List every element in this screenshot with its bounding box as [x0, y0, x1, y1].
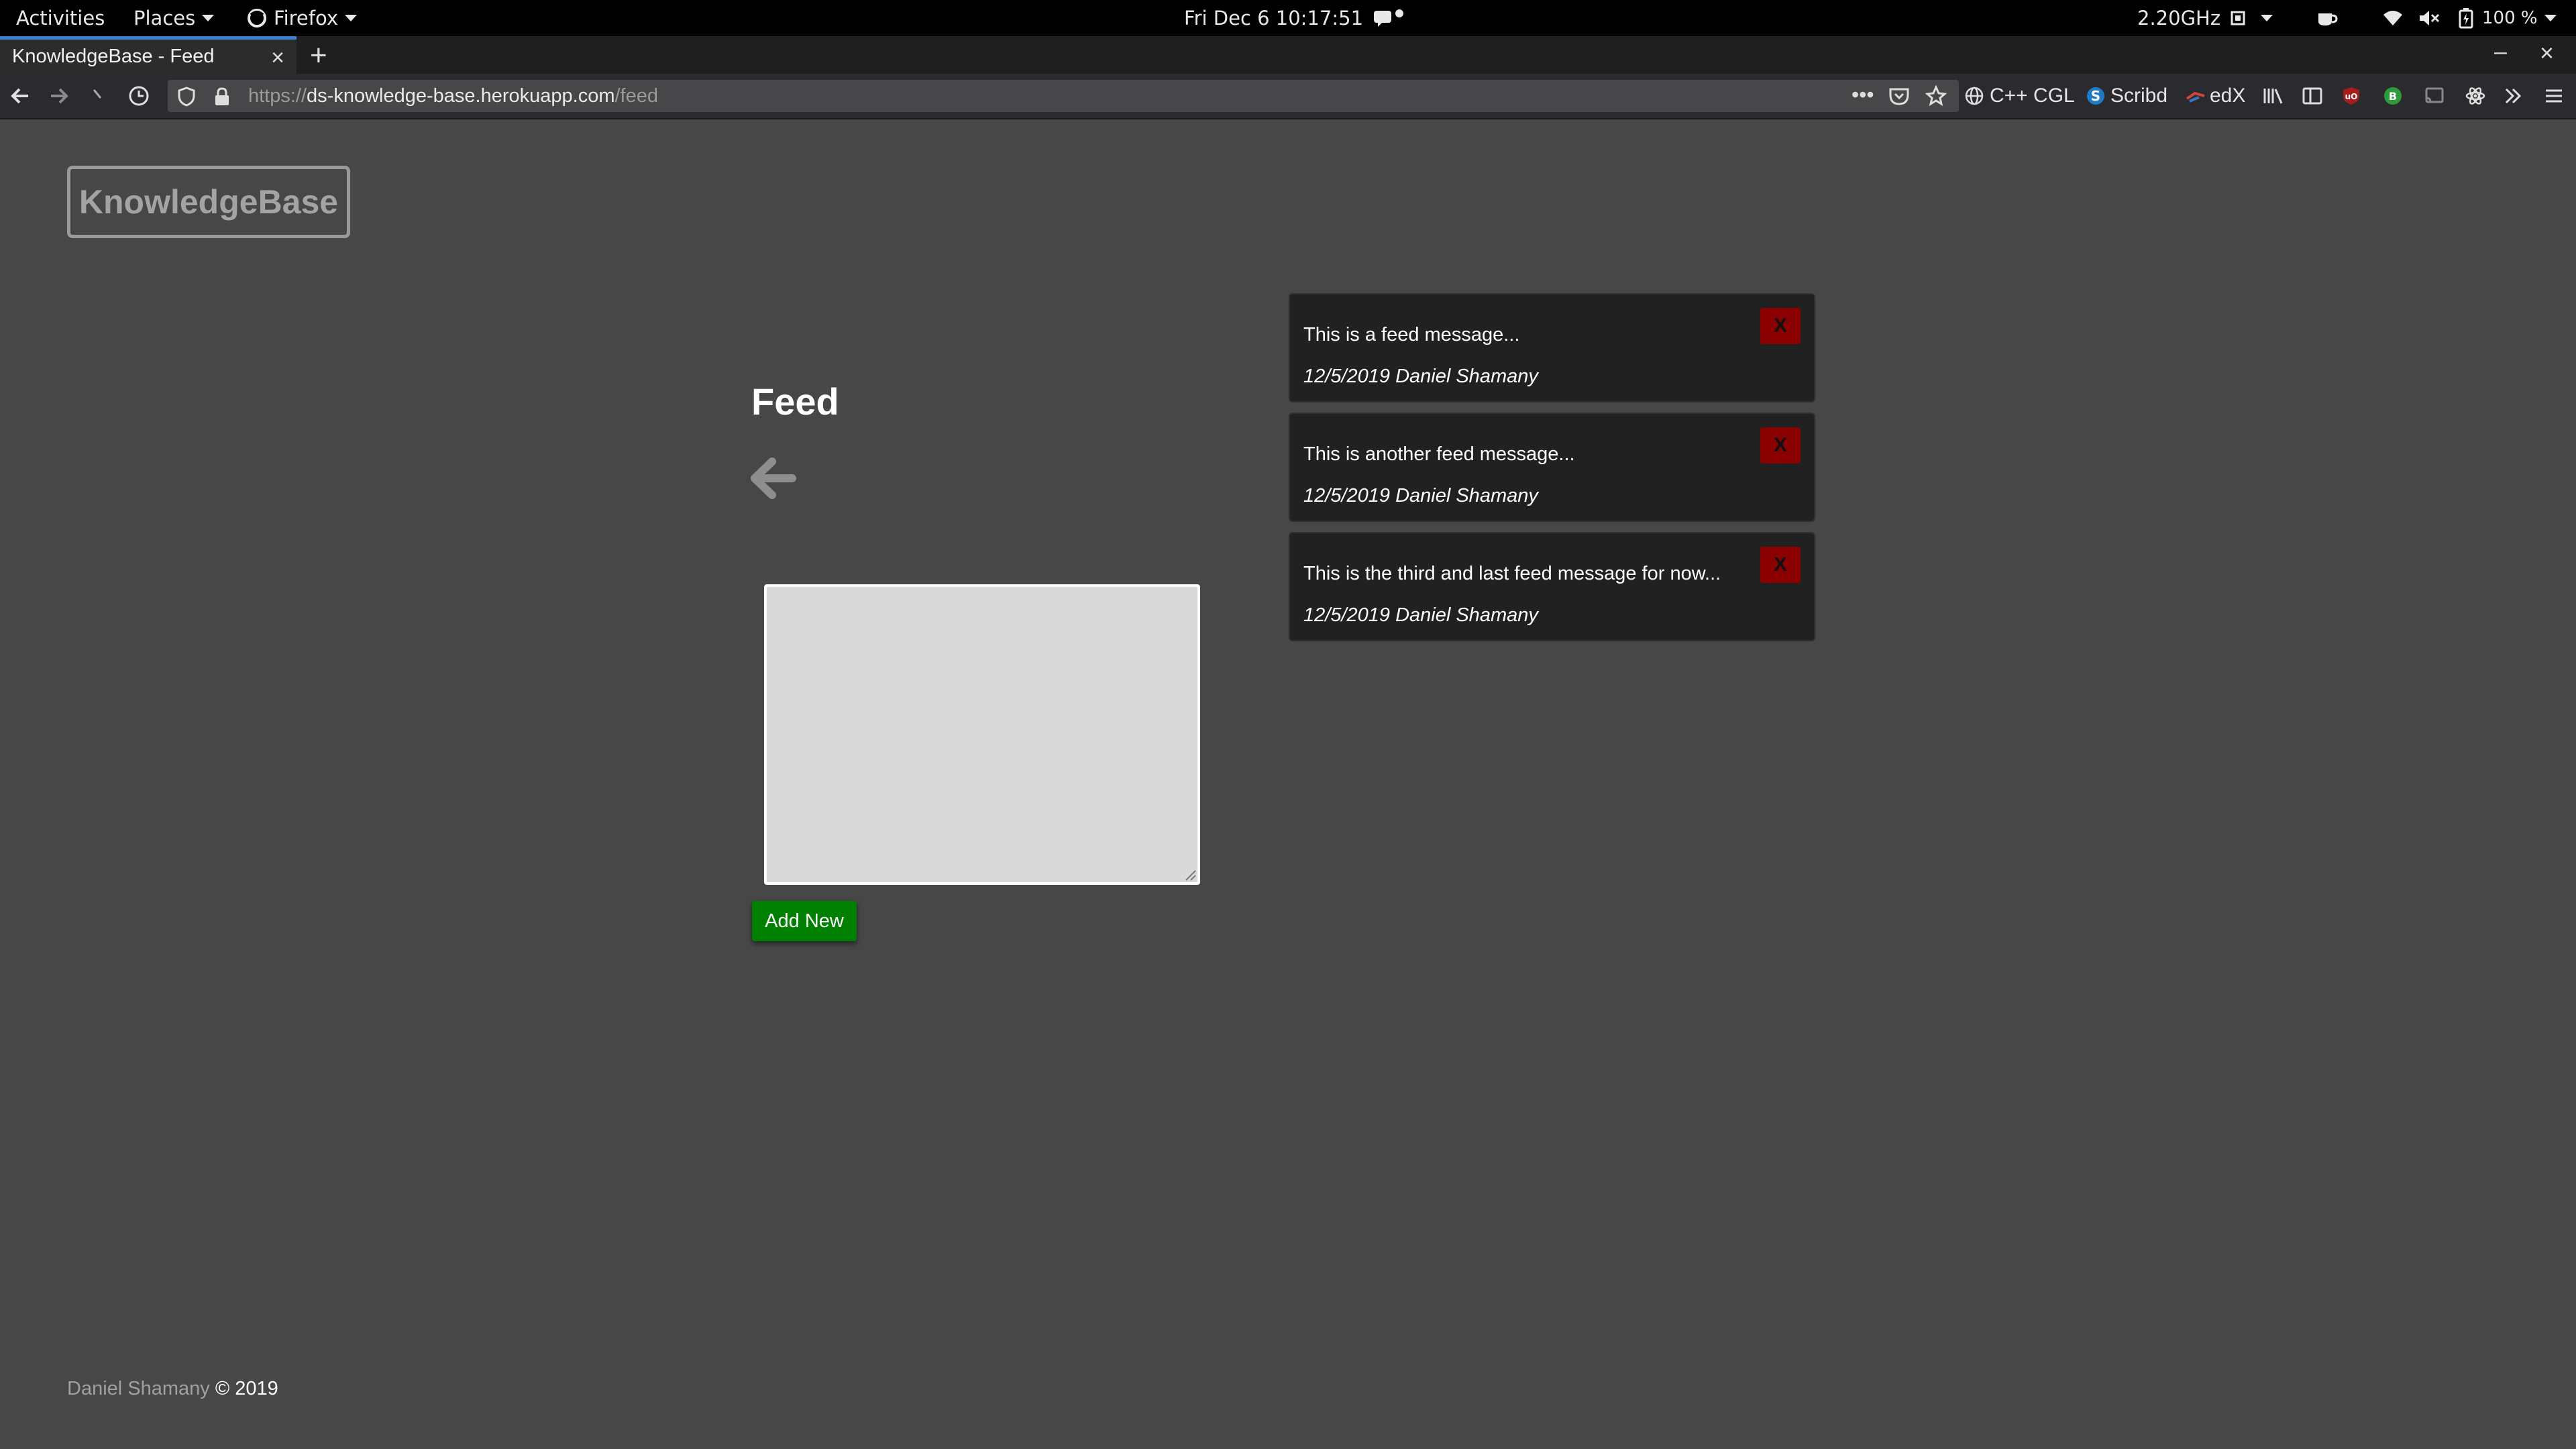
page-title: Feed: [751, 380, 839, 423]
notification-icon: [1374, 9, 1404, 27]
feed-item: This is a feed message... 12/5/2019 Dani…: [1289, 293, 1815, 402]
close-window-button[interactable]: ×: [2540, 39, 2554, 67]
globe-icon: [1965, 87, 1984, 105]
svg-text:S: S: [2091, 88, 2100, 104]
react-devtools-icon[interactable]: [2465, 74, 2486, 118]
activities-button[interactable]: Activities: [16, 0, 105, 36]
lock-icon: [215, 87, 229, 105]
delete-feed-button[interactable]: X: [1760, 427, 1801, 464]
new-message-textarea[interactable]: [764, 584, 1200, 885]
tab-title: KnowledgeBase - Feed: [12, 46, 215, 67]
url-bar[interactable]: https://ds-knowledge-base.herokuapp.com /…: [168, 80, 1959, 112]
battery-icon: [2459, 8, 2473, 29]
feed-item: This is another feed message... 12/5/201…: [1289, 413, 1815, 522]
volume-muted-icon[interactable]: [2418, 0, 2440, 36]
reload-button[interactable]: [90, 74, 110, 118]
bookmark-edx[interactable]: edX: [2186, 74, 2245, 118]
feed-meta: 12/5/2019 Daniel Shamany: [1303, 366, 1538, 387]
resize-grip-icon[interactable]: [1181, 865, 1197, 881]
activities-label: Activities: [16, 7, 105, 30]
feed-message: This is a feed message...: [1303, 324, 1520, 345]
url-scheme: https://: [248, 85, 307, 107]
hamburger-menu-icon[interactable]: [2544, 74, 2564, 118]
forward-arrow-icon: [51, 88, 68, 104]
feed-meta: 12/5/2019 Daniel Shamany: [1303, 604, 1538, 626]
chevron-down-icon: [202, 15, 215, 21]
loading-icon: [93, 89, 102, 99]
footer: Daniel Shamany © 2019: [67, 1378, 278, 1400]
feed-item: This is the third and last feed message …: [1289, 532, 1815, 641]
chevron-down-icon: [2261, 15, 2273, 21]
clock-label: Fri Dec 6 10:17:51: [1184, 7, 1364, 30]
battery-label: 100 %: [2482, 8, 2538, 28]
system-top-bar: Activities Places Firefox Fri Dec 6 10:1…: [0, 0, 2576, 36]
arrow-left-icon: [751, 458, 796, 499]
shield-icon: [178, 87, 195, 107]
forward-button[interactable]: [47, 74, 71, 118]
minimize-window-button[interactable]: –: [2494, 39, 2507, 65]
library-icon[interactable]: [2262, 74, 2285, 118]
cast-icon[interactable]: [2424, 74, 2445, 118]
bookmark-label: edX: [2210, 85, 2246, 107]
tab-knowledgebase-feed[interactable]: KnowledgeBase - Feed ×: [0, 36, 297, 74]
back-arrow-icon: [11, 88, 28, 104]
feed-meta: 12/5/2019 Daniel Shamany: [1303, 485, 1538, 506]
new-tab-button[interactable]: +: [310, 39, 327, 72]
feed-message: This is the third and last feed message …: [1303, 563, 1721, 584]
logo-text: KnowledgeBase: [78, 183, 339, 221]
wifi-icon[interactable]: [2381, 0, 2404, 36]
overflow-menu-icon[interactable]: [2504, 74, 2524, 118]
bookmark-cpp-cgl[interactable]: C++ CGL: [1964, 74, 2075, 118]
delete-feed-button[interactable]: X: [1760, 308, 1801, 344]
svg-text:uO: uO: [2345, 92, 2358, 101]
feed-message: This is another feed message...: [1303, 443, 1575, 465]
footer-author[interactable]: Daniel Shamany: [67, 1378, 210, 1399]
app-menu-label: Firefox: [274, 7, 338, 30]
svg-text:B: B: [2389, 90, 2397, 103]
back-link[interactable]: [748, 455, 796, 505]
chevron-down-icon: [344, 15, 357, 21]
clock[interactable]: Fri Dec 6 10:17:51: [1184, 0, 1406, 36]
delete-feed-button[interactable]: X: [1760, 547, 1801, 583]
footer-copyright: © 2019: [215, 1378, 278, 1399]
cpu-freq-indicator[interactable]: 2.20GHz: [2137, 0, 2273, 36]
url-domain: ds-knowledge-base.herokuapp.com: [307, 85, 615, 107]
edx-icon: [2186, 91, 2205, 103]
firefox-icon: [248, 9, 266, 28]
cpu-icon: [2231, 11, 2245, 25]
places-menu[interactable]: Places: [133, 0, 215, 36]
add-new-button[interactable]: Add New: [752, 901, 857, 941]
bookmark-scribd[interactable]: S Scribd: [2086, 74, 2167, 118]
ublock-icon[interactable]: uO: [2341, 74, 2361, 118]
extension-b-icon[interactable]: B: [2383, 74, 2403, 118]
url-text: https://ds-knowledge-base.herokuapp.com /…: [248, 80, 658, 112]
back-button[interactable]: [8, 74, 32, 118]
bookmark-label: Scribd: [2110, 85, 2168, 107]
app-menu-firefox[interactable]: Firefox: [247, 0, 357, 36]
bookmark-star-icon[interactable]: [1925, 85, 1947, 107]
chevron-down-icon: [2544, 15, 2557, 21]
browser-nav-bar: https://ds-knowledge-base.herokuapp.com /…: [0, 74, 2576, 119]
browser-tab-strip: KnowledgeBase - Feed × + – ×: [0, 36, 2576, 74]
coffee-icon[interactable]: [2316, 0, 2339, 36]
clock-icon: [129, 86, 149, 106]
bookmark-label: C++ CGL: [1990, 85, 2075, 107]
scribd-icon: S: [2087, 87, 2104, 105]
pocket-icon[interactable]: [1888, 86, 1910, 106]
history-button[interactable]: [127, 74, 150, 118]
places-label: Places: [133, 7, 196, 30]
battery-indicator[interactable]: 100 %: [2458, 0, 2557, 36]
close-tab-icon[interactable]: ×: [271, 45, 284, 71]
page-actions-icon[interactable]: •••: [1851, 83, 1874, 107]
cpu-freq-label: 2.20GHz: [2137, 7, 2221, 30]
url-path: /feed: [614, 85, 659, 107]
site-logo[interactable]: KnowledgeBase: [67, 166, 350, 238]
sidebar-toggle-icon[interactable]: [2302, 74, 2322, 118]
